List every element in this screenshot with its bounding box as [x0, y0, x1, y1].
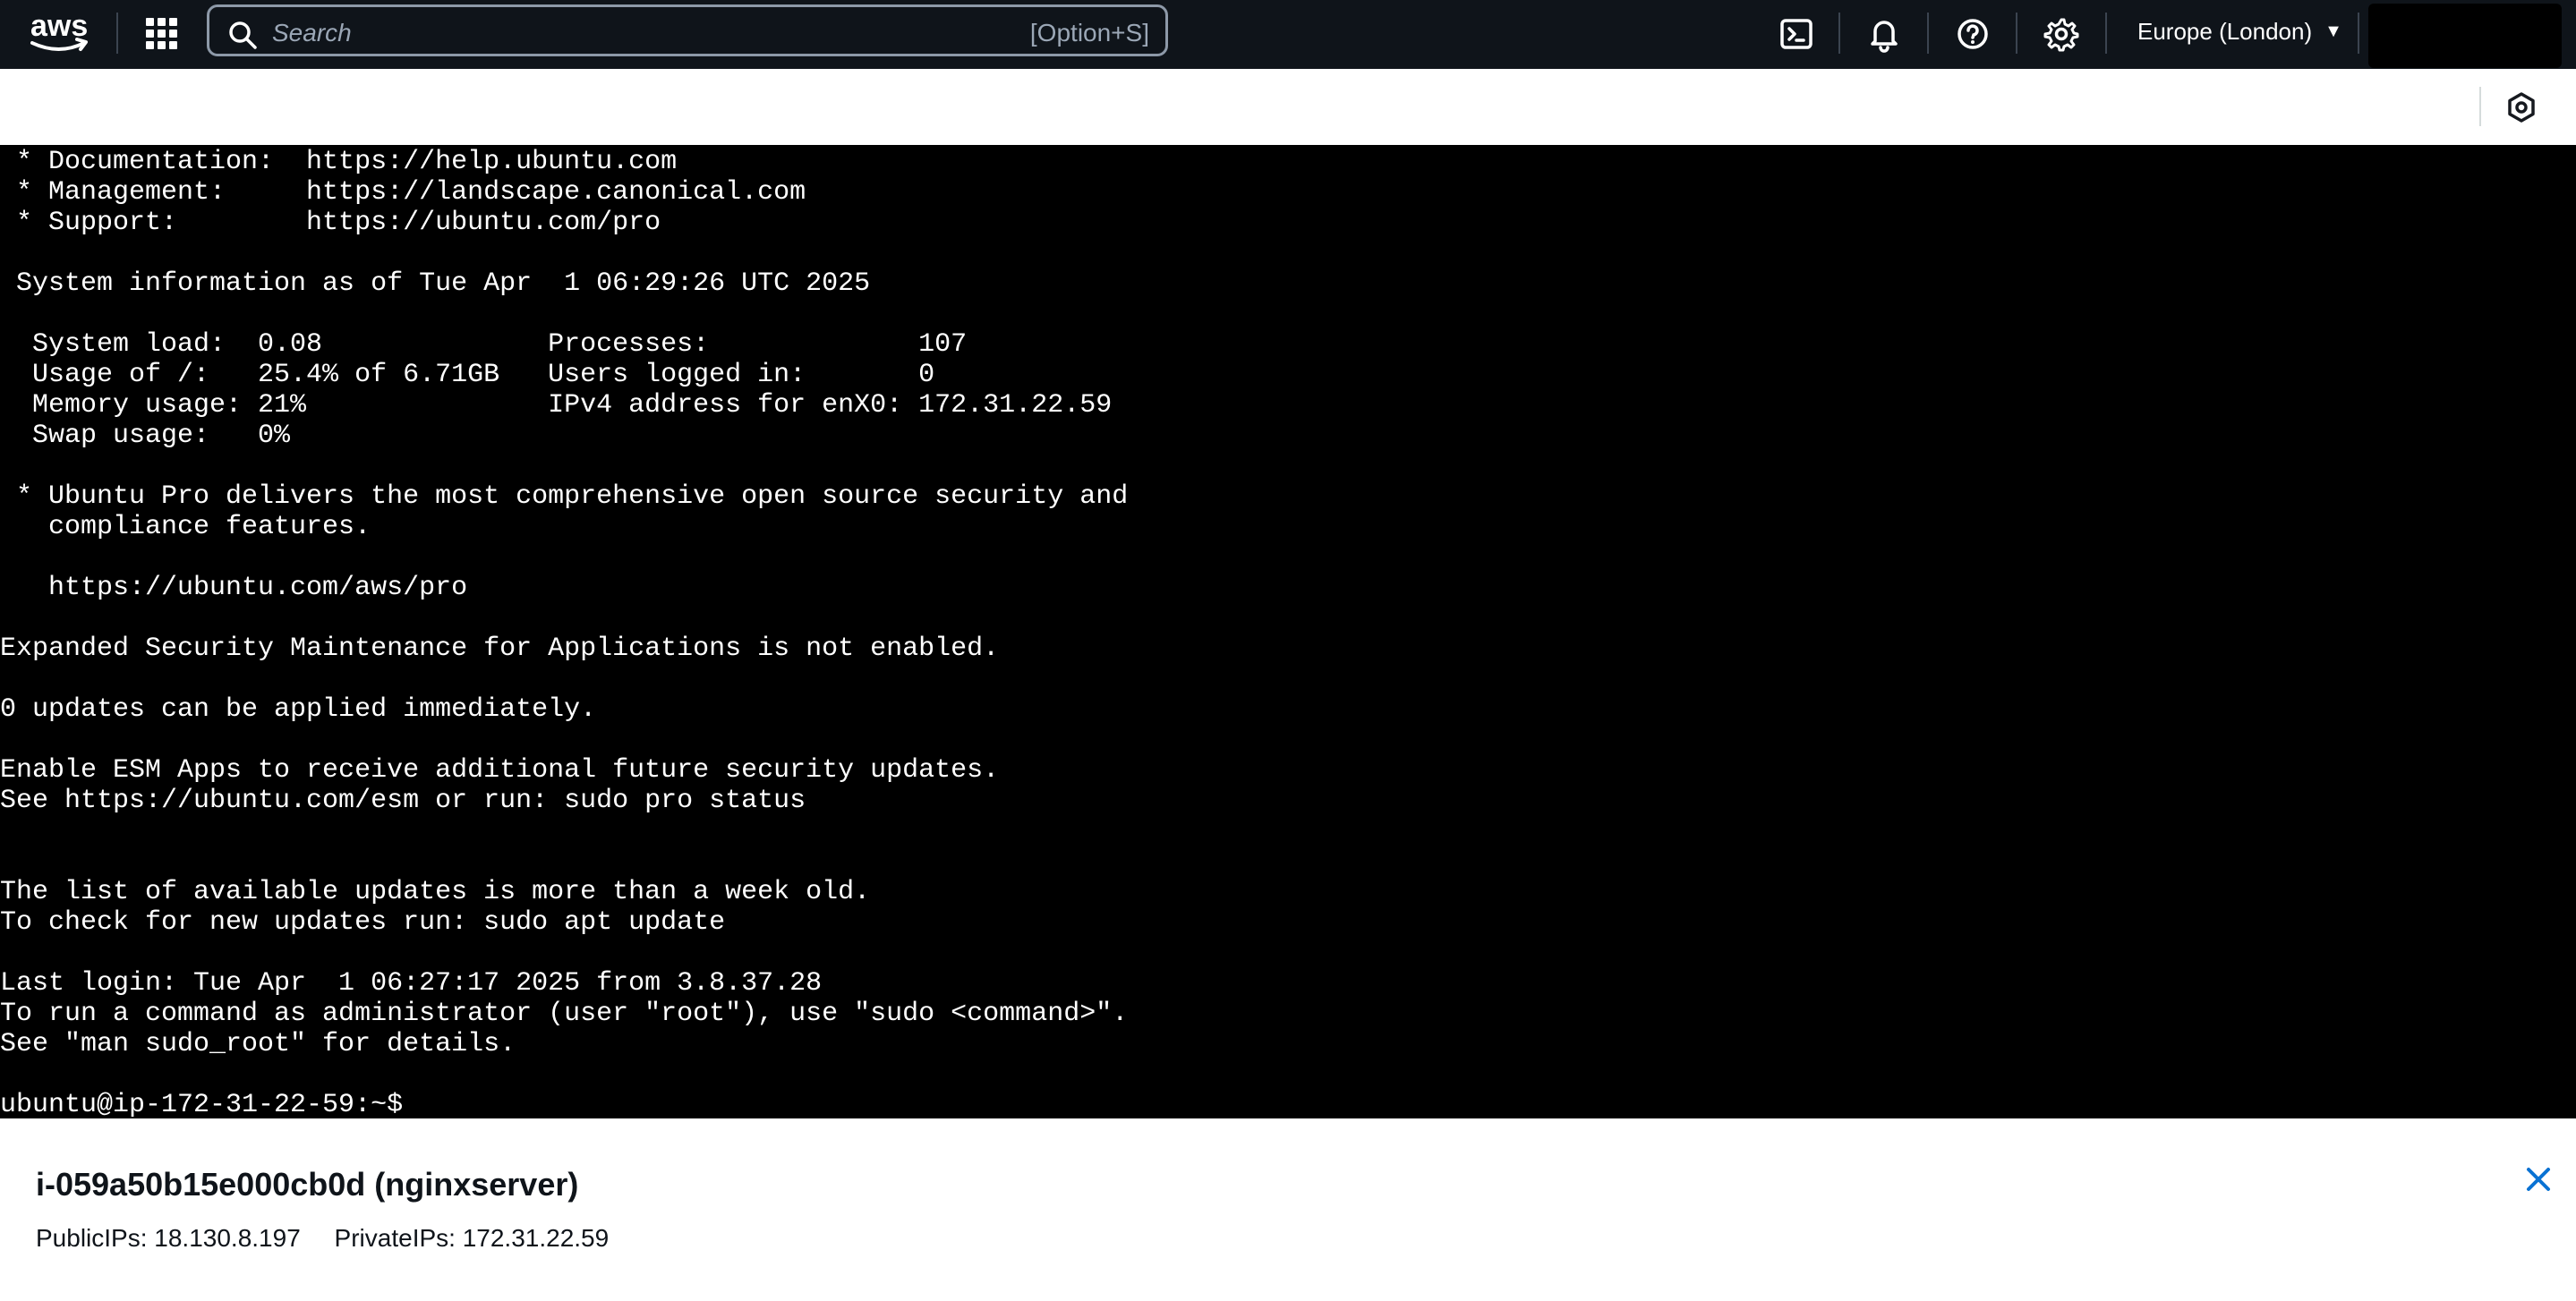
instance-title: i-059a50b15e000cb0d (nginxserver) — [36, 1166, 579, 1203]
terminal-console[interactable]: * Documentation: https://help.ubuntu.com… — [0, 145, 2576, 1118]
terminal-line: * Documentation: https://help.ubuntu.com — [0, 147, 678, 177]
nav-divider — [1838, 13, 1840, 54]
terminal-line: See "man sudo_root" for details. — [0, 1029, 516, 1059]
search-placeholder: Search — [272, 19, 352, 47]
search-icon — [229, 21, 257, 49]
account-menu[interactable] — [2368, 4, 2562, 68]
terminal-line: Memory usage: 21% IPv4 address for enX0:… — [0, 390, 1113, 421]
help-icon[interactable] — [1953, 14, 1992, 54]
terminal-line: To run a command as administrator (user … — [0, 999, 1129, 1029]
terminal-line: Expanded Security Maintenance for Applic… — [0, 633, 1000, 664]
toolbar-divider — [2479, 87, 2481, 126]
aws-logo[interactable]: aws — [27, 7, 91, 57]
terminal-line: * Support: https://ubuntu.com/pro — [0, 208, 661, 238]
settings-gear-icon[interactable] — [2042, 14, 2081, 54]
nav-divider — [116, 13, 118, 54]
top-navigation-bar: aws Search [Option+S] Europe (London) ▼ — [0, 0, 2576, 69]
terminal-line: ubuntu@ip-172-31-22-59:~$ — [0, 1090, 420, 1118]
terminal-line: * Management: https://landscape.canonica… — [0, 177, 806, 208]
terminal-line: Usage of /: 25.4% of 6.71GB Users logged… — [0, 360, 935, 390]
terminal-line: compliance features. — [0, 512, 371, 542]
cloudshell-icon[interactable] — [1777, 14, 1816, 54]
terminal-line: To check for new updates run: sudo apt u… — [0, 907, 726, 938]
terminal-line: Last login: Tue Apr 1 06:27:17 2025 from… — [0, 968, 823, 999]
private-ips: PrivateIPs: 172.31.22.59 — [334, 1224, 610, 1252]
terminal-line: https://ubuntu.com/aws/pro — [0, 573, 468, 603]
region-selector[interactable]: Europe (London) ▼ — [2137, 18, 2342, 46]
terminal-line: See https://ubuntu.com/esm or run: sudo … — [0, 786, 806, 816]
region-label: Europe (London) — [2137, 18, 2313, 45]
terminal-line: System load: 0.08 Processes: 107 — [0, 329, 968, 360]
nav-divider — [2358, 13, 2359, 54]
terminal-line: The list of available updates is more th… — [0, 877, 871, 907]
close-icon[interactable] — [2521, 1161, 2556, 1197]
aws-logo-text: aws — [30, 9, 88, 43]
instance-info-panel: i-059a50b15e000cb0d (nginxserver) Public… — [0, 1118, 2576, 1301]
session-options-icon[interactable] — [2503, 89, 2539, 125]
terminal-line: System information as of Tue Apr 1 06:29… — [0, 268, 871, 299]
instance-ips: PublicIPs: 18.130.8.197 PrivateIPs: 172.… — [36, 1224, 609, 1253]
services-menu-icon[interactable] — [144, 16, 178, 50]
terminal-line: Swap usage: 0% — [0, 421, 291, 451]
caret-down-icon: ▼ — [2324, 21, 2342, 41]
nav-divider — [2016, 13, 2017, 54]
session-toolbar — [0, 69, 2576, 146]
terminal-line: * Ubuntu Pro delivers the most comprehen… — [0, 481, 1129, 512]
public-ips: PublicIPs: 18.130.8.197 — [36, 1224, 301, 1252]
notifications-bell-icon[interactable] — [1864, 14, 1904, 54]
terminal-line: 0 updates can be applied immediately. — [0, 694, 597, 725]
nav-divider — [2105, 13, 2107, 54]
nav-divider — [1927, 13, 1929, 54]
terminal-output: * Documentation: https://help.ubuntu.com… — [0, 147, 1128, 1118]
search-input[interactable]: Search [Option+S] — [207, 4, 1168, 56]
search-shortcut-hint: [Option+S] — [1029, 19, 1149, 47]
terminal-line: Enable ESM Apps to receive additional fu… — [0, 755, 1000, 786]
